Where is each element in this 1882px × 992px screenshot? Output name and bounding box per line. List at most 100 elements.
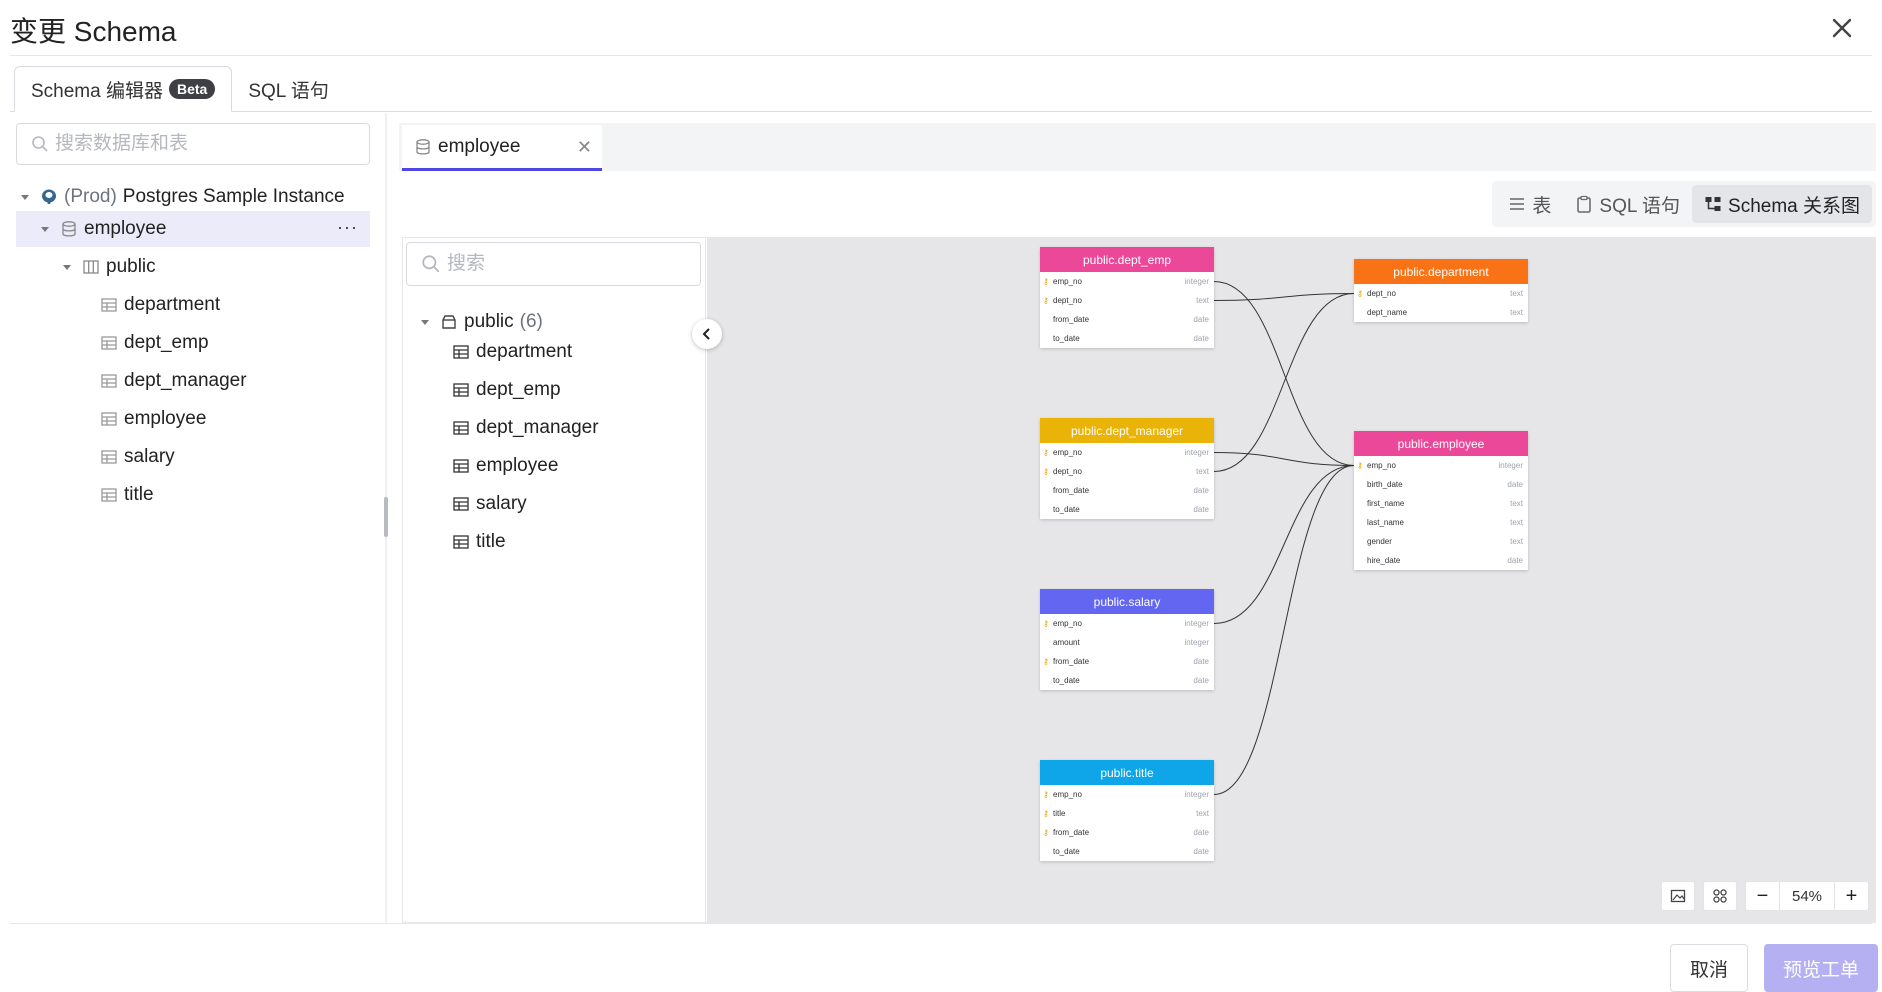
erd-column-type: text	[1196, 809, 1209, 818]
table-list-item[interactable]: dept_emp	[452, 372, 561, 408]
table-search-input[interactable]	[447, 253, 700, 275]
erd-table-name: public.title	[1040, 760, 1214, 785]
caret-down-icon[interactable]	[60, 260, 74, 274]
view-diagram-button[interactable]: Schema 关系图	[1692, 185, 1872, 223]
beta-badge: Beta	[168, 79, 216, 99]
erd-column-name: dept_no	[1367, 289, 1396, 298]
erd-column-type: date	[1193, 315, 1209, 324]
erd-column-name: amount	[1053, 638, 1080, 647]
open-tab-label: employee	[438, 135, 521, 157]
erd-column-type: integer	[1184, 638, 1209, 647]
key-icon: ⚷	[1043, 467, 1049, 476]
tree-schema-public[interactable]: public	[60, 249, 156, 285]
view-sql-button[interactable]: SQL 语句	[1563, 185, 1692, 223]
view-table-button[interactable]: 表	[1496, 185, 1563, 223]
erd-column-type: text	[1196, 467, 1209, 476]
key-icon: ⚷	[1043, 657, 1049, 666]
zoom-out-button[interactable]: −	[1746, 882, 1780, 910]
footer-divider	[10, 923, 1872, 924]
erd-column-row: ⚷ dept_no text	[1354, 284, 1528, 303]
erd-table-card[interactable]: public.salary ⚷ emp_no integer amount integer…	[1040, 589, 1214, 690]
table-icon	[453, 459, 469, 473]
tree-table-item[interactable]: title	[100, 477, 154, 513]
tree-table-item[interactable]: department	[100, 287, 220, 323]
cancel-button[interactable]: 取消	[1670, 944, 1748, 992]
table-icon	[101, 450, 117, 464]
tree-table-item[interactable]: dept_manager	[100, 363, 247, 399]
tree-table-item[interactable]: employee	[100, 401, 206, 437]
erd-column-type: integer	[1498, 461, 1523, 470]
erd-column-type: integer	[1184, 277, 1209, 286]
list-icon	[1510, 198, 1525, 210]
erd-column-name: last_name	[1367, 518, 1404, 527]
erd-column-row: ⚷ from_date date	[1040, 652, 1214, 671]
erd-table-card[interactable]: public.employee ⚷ emp_no integer birth_date d…	[1354, 431, 1528, 570]
erd-table-card[interactable]: public.dept_manager ⚷ emp_no integer ⚷ dept_n…	[1040, 418, 1214, 519]
caret-down-icon[interactable]	[18, 190, 32, 204]
erd-table-card[interactable]: public.title ⚷ emp_no integer ⚷ title text ⚷ fro…	[1040, 760, 1214, 861]
tab-sql-statement[interactable]: SQL 语句	[232, 66, 345, 112]
erd-column-row: to_date date	[1040, 842, 1214, 861]
table-icon	[101, 412, 117, 426]
close-tab-icon[interactable]: ✕	[577, 137, 592, 158]
schema-box-icon	[442, 315, 456, 329]
erd-column-name: to_date	[1053, 676, 1080, 685]
open-tabs-bar	[399, 123, 1876, 171]
image-icon	[1670, 889, 1686, 903]
key-icon: ⚷	[1043, 828, 1049, 837]
tree-database-employee[interactable]: employee ···	[16, 211, 370, 247]
erd-column-row: ⚷ emp_no integer	[1040, 785, 1214, 804]
database-table-search[interactable]	[16, 123, 370, 165]
tree-table-label: dept_emp	[124, 332, 209, 353]
database-icon	[416, 138, 430, 155]
fit-view-button[interactable]	[1703, 881, 1737, 911]
erd-table-name: public.employee	[1354, 431, 1528, 456]
table-icon	[453, 383, 469, 397]
export-image-button[interactable]	[1661, 881, 1695, 911]
key-icon: ⚷	[1357, 461, 1363, 470]
table-icon	[453, 345, 469, 359]
dialog-title: 变更 Schema	[10, 16, 177, 47]
view-sql-label: SQL 语句	[1599, 195, 1681, 217]
table-list-item[interactable]: department	[452, 334, 572, 370]
view-switcher: 表 SQL 语句 Schema 关系图	[1492, 181, 1876, 227]
preview-issue-button[interactable]: 预览工单	[1764, 944, 1878, 992]
erd-column-row: ⚷ dept_no text	[1040, 462, 1214, 481]
table-list-item[interactable]: title	[452, 524, 506, 560]
erd-column-name: emp_no	[1053, 619, 1082, 628]
table-search[interactable]	[406, 242, 701, 286]
open-tab-employee[interactable]: employee ✕	[402, 125, 602, 171]
table-list-item[interactable]: employee	[452, 448, 558, 484]
erd-column-name: birth_date	[1367, 480, 1403, 489]
tree-instance[interactable]: (Prod) Postgres Sample Instance	[18, 179, 370, 215]
table-list-item[interactable]: salary	[452, 486, 527, 522]
table-list-label: title	[476, 531, 506, 552]
caret-down-icon[interactable]	[418, 315, 432, 329]
erd-table-card[interactable]: public.dept_emp ⚷ emp_no integer ⚷ dept_no tex…	[1040, 247, 1214, 348]
erd-column-row: to_date date	[1040, 329, 1214, 348]
erd-table-card[interactable]: public.department ⚷ dept_no text dept_name te…	[1354, 259, 1528, 322]
erd-column-row: dept_name text	[1354, 303, 1528, 322]
schema-diagram-canvas[interactable]: public.dept_emp ⚷ emp_no integer ⚷ dept_no tex…	[707, 238, 1875, 922]
schema-name: public	[106, 256, 156, 277]
erd-column-type: date	[1193, 486, 1209, 495]
erd-column-name: from_date	[1053, 828, 1090, 837]
table-list-item[interactable]: dept_manager	[452, 410, 599, 446]
table-icon	[453, 421, 469, 435]
tab-schema-editor[interactable]: Schema 编辑器 Beta	[14, 66, 233, 112]
relationship-edges	[1213, 281, 1355, 795]
caret-down-icon[interactable]	[38, 222, 52, 236]
erd-column-type: text	[1510, 518, 1523, 527]
more-options-icon[interactable]: ···	[337, 217, 358, 238]
database-icon	[62, 221, 76, 237]
database-table-search-input[interactable]	[55, 133, 369, 155]
close-icon[interactable]	[1826, 12, 1858, 44]
tree-table-label: salary	[124, 446, 175, 467]
splitter-grip[interactable]	[384, 497, 388, 537]
tree-table-item[interactable]: salary	[100, 439, 175, 475]
collapse-panel-button[interactable]	[692, 319, 722, 349]
zoom-in-button[interactable]: +	[1834, 882, 1868, 910]
erd-column-name: to_date	[1053, 847, 1080, 856]
tree-table-item[interactable]: dept_emp	[100, 325, 209, 361]
zoom-control: − 54% +	[1745, 881, 1869, 911]
